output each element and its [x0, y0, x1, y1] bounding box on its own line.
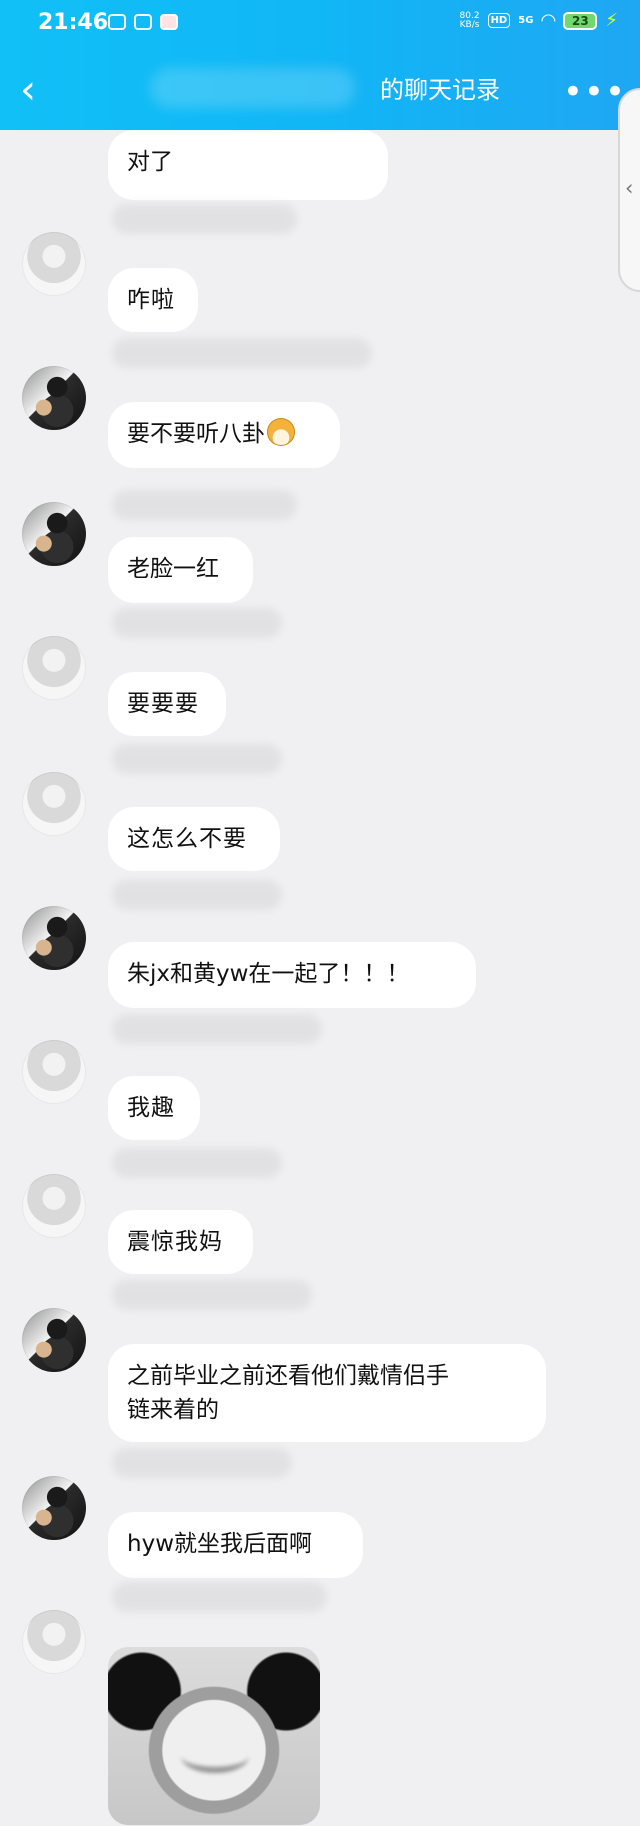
avatar[interactable]	[22, 1610, 86, 1674]
message-text: 要要要	[127, 691, 199, 717]
message-bubble: 之前毕业之前还看他们戴情侣手 链来着的	[108, 1344, 546, 1442]
redacted-sender-name	[112, 744, 282, 774]
network-speed: 80.2 KB/s	[459, 11, 480, 30]
redacted-sender-name	[112, 490, 297, 520]
avatar[interactable]	[22, 1040, 86, 1104]
redacted-sender-name	[112, 338, 372, 368]
wechat-icon	[134, 14, 152, 30]
chat-history-list: 对了 咋啦 要不要听八卦 老脸一红 要要要 这怎么不要 朱jx和黄yw在一起了！…	[0, 130, 640, 1826]
more-icon: •••	[562, 72, 626, 112]
back-button[interactable]: ‹	[20, 70, 36, 110]
more-options-button[interactable]: •••	[563, 72, 626, 112]
avatar[interactable]	[22, 502, 86, 566]
message-bubble: 要要要	[108, 672, 226, 736]
message-text: hyw就坐我后面啊	[127, 1531, 312, 1557]
network-speed-unit: KB/s	[459, 19, 480, 30]
message-text: 震惊我妈	[127, 1229, 223, 1255]
message-bubble: 我趣	[108, 1076, 200, 1140]
status-bar: 21:46 80.2 KB/s HD 5G ◜◝ 23 ⚡	[0, 0, 640, 46]
redacted-sender-name	[112, 608, 282, 638]
redacted-sender-name	[112, 1014, 322, 1044]
message-text: 老脸一红	[127, 556, 219, 582]
message-text: 这怎么不要	[127, 826, 247, 852]
wifi-icon: ◜◝	[541, 10, 556, 31]
message-text: 要不要听八卦	[127, 421, 265, 447]
redacted-sender-name	[112, 1448, 292, 1478]
avatar[interactable]	[22, 1308, 86, 1372]
redacted-sender-name	[112, 1280, 312, 1310]
chat-history-header: 21:46 80.2 KB/s HD 5G ◜◝ 23 ⚡ ‹ 的聊天记录 ••…	[0, 0, 640, 130]
message-bubble: 朱jx和黄yw在一起了！！！	[108, 942, 476, 1008]
chat-history-title: 的聊天记录	[380, 76, 500, 104]
message-bubble: hyw就坐我后面啊	[108, 1512, 363, 1578]
avatar[interactable]	[22, 232, 86, 296]
message-bubble: 老脸一红	[108, 537, 253, 603]
dog-emoji-icon	[267, 418, 295, 446]
avatar[interactable]	[22, 636, 86, 700]
message-bubble: 对了	[108, 130, 388, 200]
avatar[interactable]	[22, 1174, 86, 1238]
cellular-signal-icon: 5G	[518, 15, 534, 26]
redacted-sender-name	[112, 1148, 282, 1178]
message-text-line: 链来着的	[127, 1397, 219, 1423]
message-bubble: 震惊我妈	[108, 1210, 253, 1274]
redacted-sender-name	[112, 880, 282, 910]
message-text: 朱jx和黄yw在一起了！！！	[127, 961, 410, 987]
avatar[interactable]	[22, 906, 86, 970]
avatar[interactable]	[22, 772, 86, 836]
panda-meme-image[interactable]	[108, 1647, 320, 1825]
message-bubble: 要不要听八卦	[108, 402, 340, 468]
hd-icon: HD	[487, 13, 511, 28]
status-time: 21:46	[38, 10, 109, 35]
message-bubble: 咋啦	[108, 268, 198, 332]
system-status: 80.2 KB/s HD 5G ◜◝ 23 ⚡	[460, 10, 618, 31]
charging-icon: ⚡	[605, 10, 618, 31]
battery-icon: 23	[563, 11, 598, 30]
chevron-left-icon: ‹	[20, 67, 36, 113]
message-text-line: 之前毕业之前还看他们戴情侣手	[127, 1363, 449, 1389]
message-text: 我趣	[127, 1095, 175, 1121]
avatar[interactable]	[22, 1476, 86, 1540]
avatar[interactable]	[22, 366, 86, 430]
message-text: 对了	[127, 149, 173, 175]
message-text: 咋啦	[127, 287, 175, 313]
notification-icons	[108, 14, 178, 30]
weibo-icon	[160, 14, 178, 30]
message-bubble: 这怎么不要	[108, 807, 280, 871]
notification-icon	[108, 14, 126, 30]
redacted-sender-name	[112, 204, 297, 234]
redacted-sender-name	[112, 1582, 327, 1612]
